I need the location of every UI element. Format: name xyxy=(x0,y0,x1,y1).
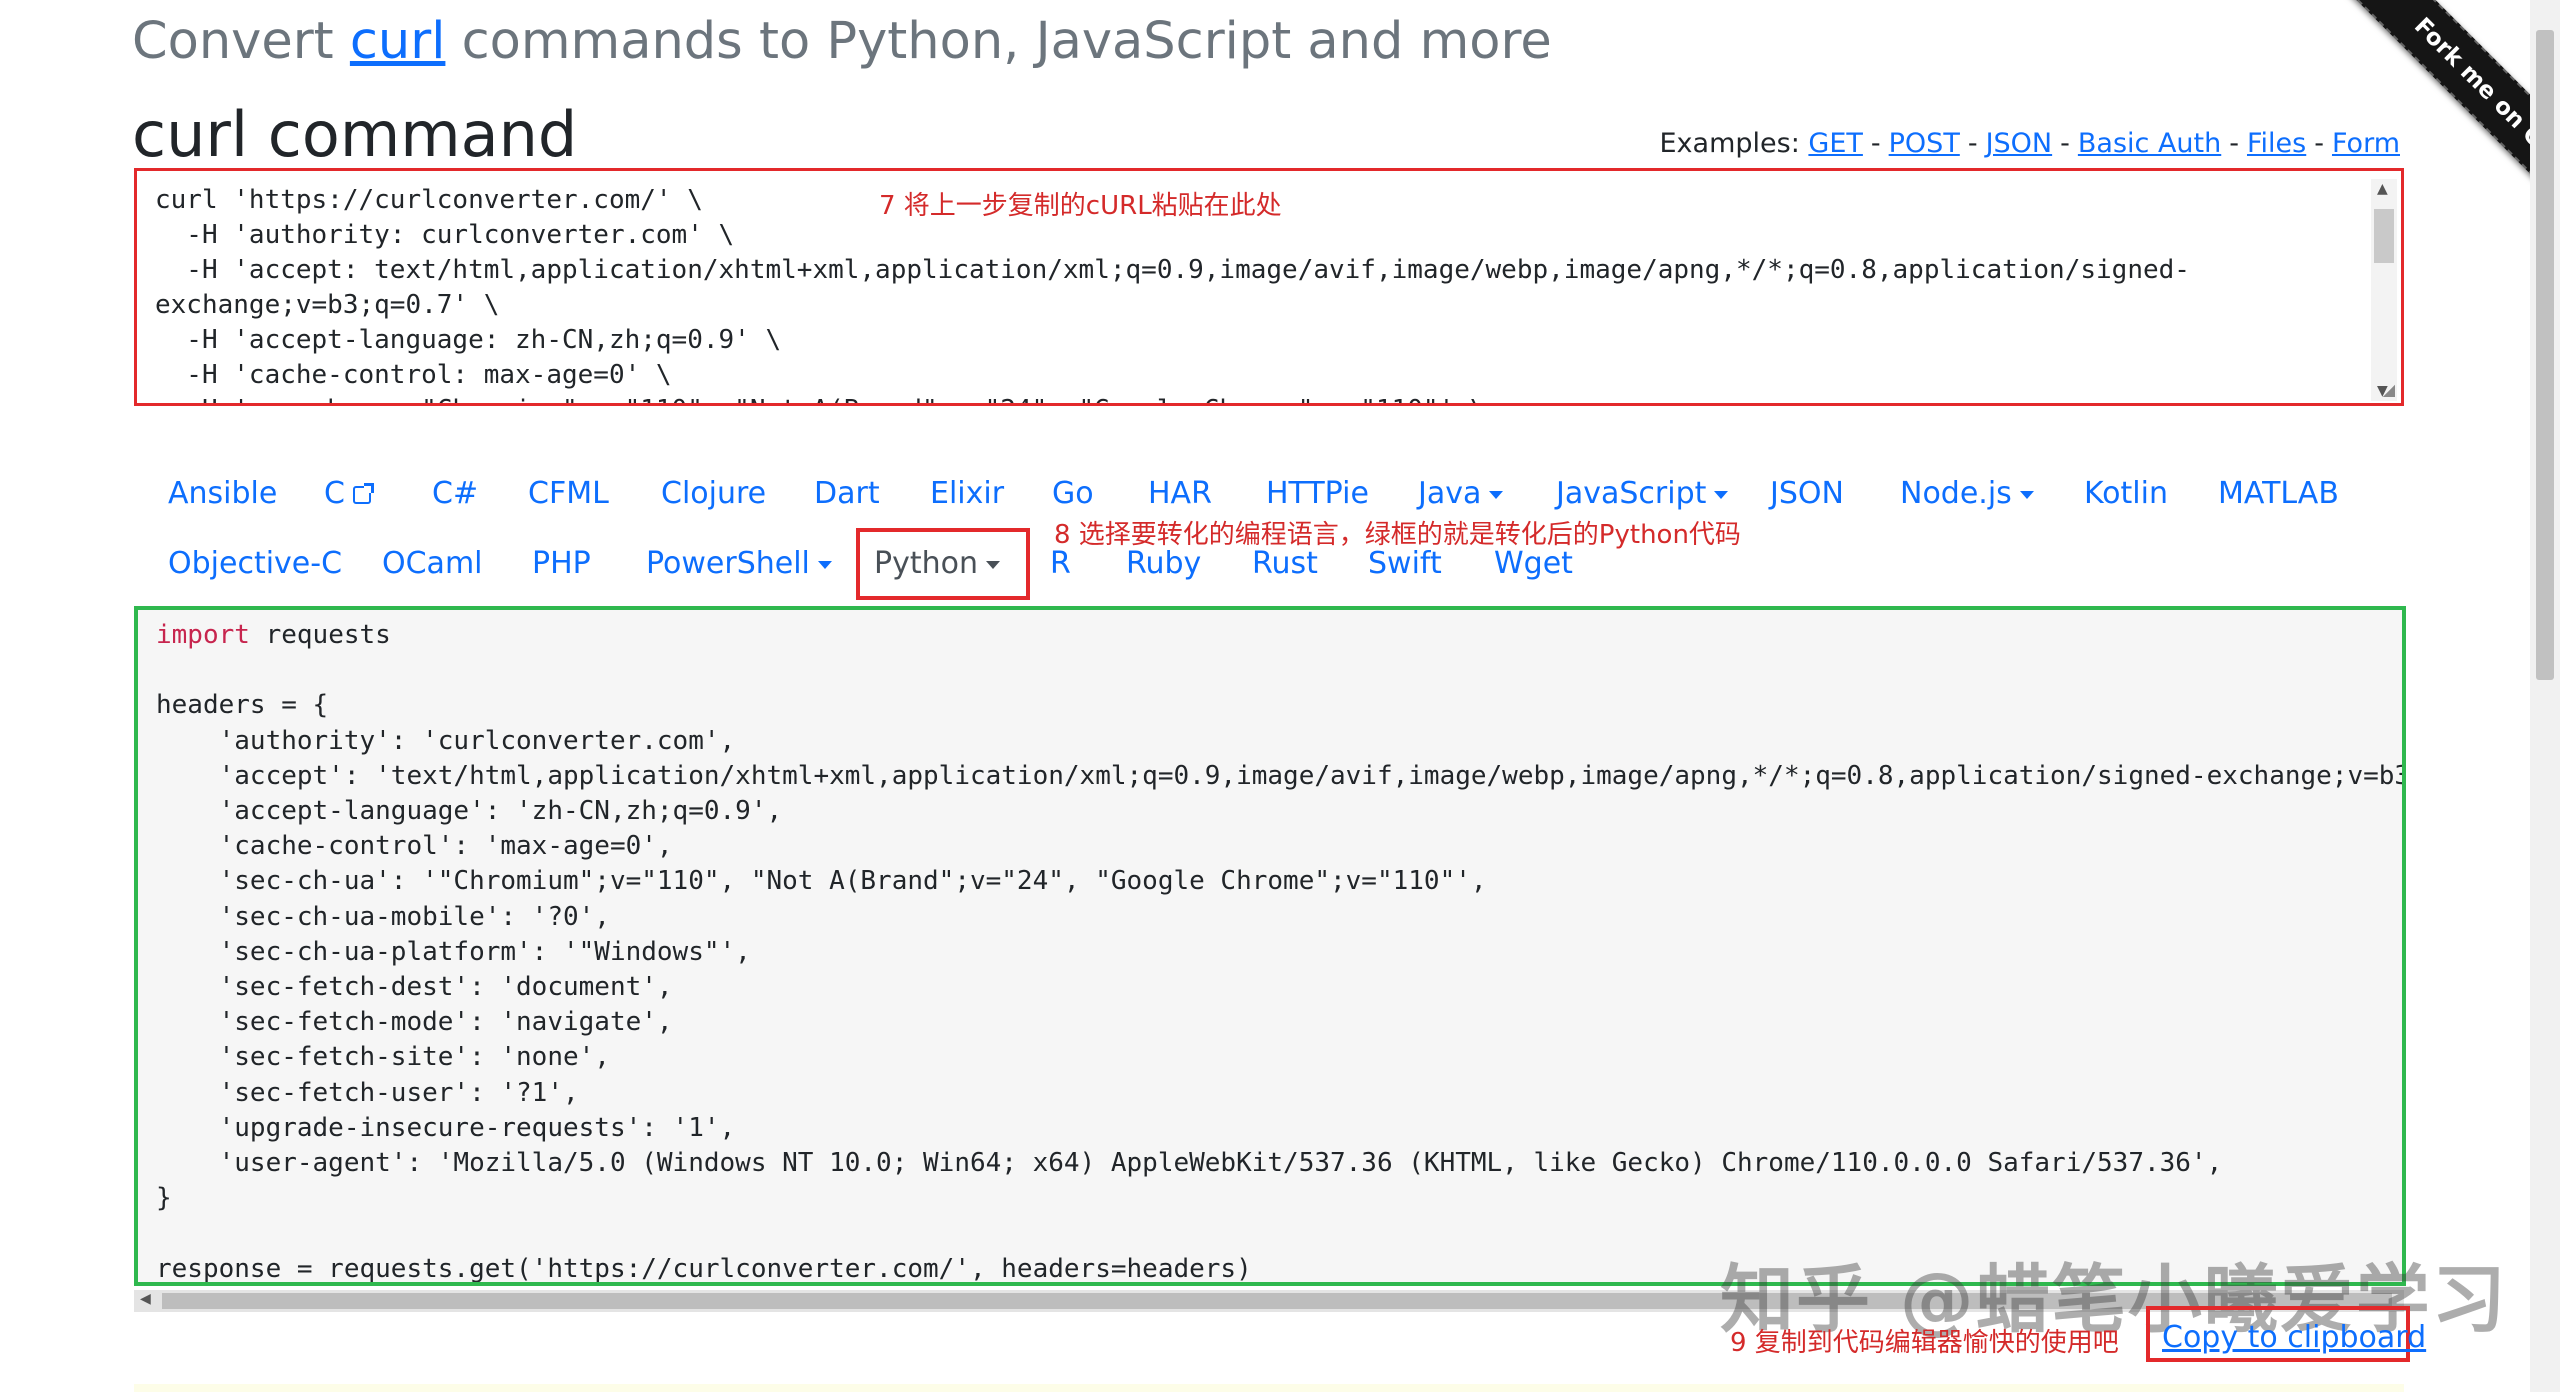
example-basic-auth-link[interactable]: Basic Auth xyxy=(2078,128,2221,159)
lang-python-dropdown-selected[interactable]: Python xyxy=(856,528,1030,600)
code-output-box[interactable]: import requests headers = { 'authority':… xyxy=(134,606,2406,1286)
page-title: Convert curl commands to Python, JavaScr… xyxy=(132,12,1552,71)
resize-handle-icon[interactable]: ◢ xyxy=(2383,380,2395,399)
lang-go[interactable]: Go xyxy=(1052,476,1094,511)
lang-objective-c[interactable]: Objective-C xyxy=(168,546,342,581)
code-first-line: requests xyxy=(249,620,391,650)
examples-bar: Examples: GET - POST - JSON - Basic Auth - Files… xyxy=(1660,128,2401,159)
lang-javascript-label: JavaScript xyxy=(1556,476,1707,511)
lang-kotlin[interactable]: Kotlin xyxy=(2084,476,2168,511)
lang-clojure[interactable]: Clojure xyxy=(661,476,766,511)
lang-csharp[interactable]: C# xyxy=(432,476,478,511)
example-get-link[interactable]: GET xyxy=(1808,128,1862,159)
lang-elixir[interactable]: Elixir xyxy=(930,476,1004,511)
separator: - xyxy=(2060,128,2070,159)
lang-java-label: Java xyxy=(1418,476,1482,511)
lang-ocaml[interactable]: OCaml xyxy=(382,546,483,581)
lang-nodejs-label: Node.js xyxy=(1900,476,2012,511)
lang-c[interactable]: C xyxy=(324,476,374,511)
lang-r[interactable]: R xyxy=(1050,546,1071,581)
chevron-down-icon xyxy=(817,560,832,569)
separator: - xyxy=(2229,128,2239,159)
code-body: headers = { 'authority': 'curlconverter.… xyxy=(156,690,2406,1284)
lang-powershell-label: PowerShell xyxy=(646,546,810,581)
lang-ansible[interactable]: Ansible xyxy=(168,476,277,511)
example-post-link[interactable]: POST xyxy=(1889,128,1960,159)
page-title-prefix: Convert xyxy=(132,12,334,71)
lang-php[interactable]: PHP xyxy=(532,546,591,581)
alert-strip xyxy=(134,1384,2404,1392)
section-title: curl command xyxy=(132,98,578,171)
chevron-down-icon xyxy=(1489,490,1504,499)
chevron-down-icon xyxy=(1714,490,1729,499)
lang-cfml[interactable]: CFML xyxy=(528,476,609,511)
step7-annotation: 7 将上一步复制的cURL粘贴在此处 xyxy=(879,191,1282,221)
chevron-down-icon xyxy=(986,560,1000,569)
lang-wget[interactable]: Wget xyxy=(1494,546,1573,581)
example-json-link[interactable]: JSON xyxy=(1986,128,2053,159)
lang-nodejs-dropdown[interactable]: Node.js xyxy=(1900,476,2034,511)
curl-link[interactable]: curl xyxy=(350,12,446,71)
lang-java-dropdown[interactable]: Java xyxy=(1418,476,1504,511)
step9-annotation: 9 复制到代码编辑器愉快的使用吧 xyxy=(1730,1328,2119,1358)
code-output-text[interactable]: import requests headers = { 'authority':… xyxy=(156,618,2406,1284)
scroll-left-icon[interactable]: ◀ xyxy=(140,1291,151,1307)
code-keyword: import xyxy=(156,620,250,650)
copy-to-clipboard-label: Copy to clipboard xyxy=(2162,1320,2427,1355)
chevron-down-icon xyxy=(2019,490,2034,499)
curl-input-textarea[interactable]: curl 'https://curlconverter.com/' \ -H '… xyxy=(134,168,2404,406)
fork-me-ribbon-label[interactable]: Fork me on GitHub xyxy=(2342,0,2560,270)
lang-ruby[interactable]: Ruby xyxy=(1126,546,1201,581)
lang-swift[interactable]: Swift xyxy=(1368,546,1442,581)
lang-dart[interactable]: Dart xyxy=(814,476,880,511)
separator: - xyxy=(1870,128,1881,159)
page-scrollbar-thumb[interactable] xyxy=(2536,30,2554,680)
lang-c-label: C xyxy=(324,476,345,511)
lang-json[interactable]: JSON xyxy=(1770,476,1844,511)
github-ribbon[interactable]: Fork me on GitHub xyxy=(2290,0,2560,270)
copy-to-clipboard-button[interactable]: Copy to clipboard xyxy=(2146,1306,2426,1362)
lang-python-label: Python xyxy=(874,546,978,581)
lang-rust[interactable]: Rust xyxy=(1252,546,1318,581)
lang-powershell-dropdown[interactable]: PowerShell xyxy=(646,546,832,581)
lang-httpie[interactable]: HTTPie xyxy=(1266,476,1369,511)
page-scrollbar[interactable] xyxy=(2530,0,2560,1392)
page-title-suffix: commands to Python, JavaScript and more xyxy=(461,12,1552,71)
lang-matlab[interactable]: MATLAB xyxy=(2218,476,2339,511)
lang-har[interactable]: HAR xyxy=(1148,476,1212,511)
external-link-icon xyxy=(352,482,374,504)
separator: - xyxy=(1967,128,1978,159)
examples-label: Examples: xyxy=(1659,128,1800,159)
lang-javascript-dropdown[interactable]: JavaScript xyxy=(1556,476,1729,511)
